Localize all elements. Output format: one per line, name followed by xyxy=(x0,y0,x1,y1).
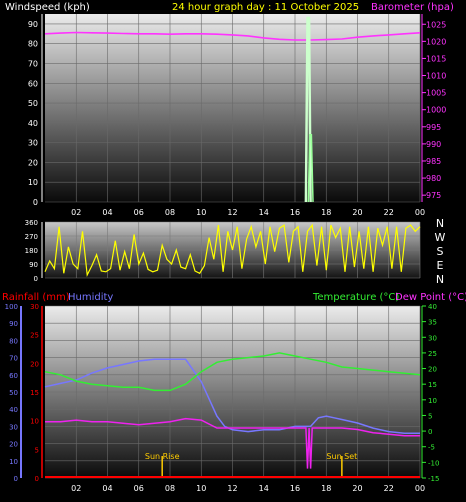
humidity-tick-label: 100 xyxy=(5,303,18,311)
weather-graph-svg: Windspeed (kph) 24 hour graph day : 11 O… xyxy=(2,2,466,493)
direction-tick-label: 90 xyxy=(29,261,38,269)
baro-tick-label: 1005 xyxy=(426,89,446,98)
direction-tick-label: 270 xyxy=(25,233,38,241)
humidity-tick-label: 80 xyxy=(9,337,18,345)
rainfall-tick-label: 0 xyxy=(35,475,39,483)
baro-tick-label: 1010 xyxy=(426,72,446,81)
x-tick-label: 06 xyxy=(134,484,144,493)
wind-tick-label: 30 xyxy=(28,139,38,148)
x-tick-label: 06 xyxy=(134,208,144,217)
x-tick-label: 08 xyxy=(165,484,175,493)
wind-tick-label: 0 xyxy=(33,198,38,207)
temperature-tick-label: 5 xyxy=(428,412,432,420)
x-tick-label: 12 xyxy=(227,484,237,493)
compass-label: W xyxy=(435,231,446,244)
rainfall-tick-label: 15 xyxy=(30,389,39,397)
x-tick-label: 04 xyxy=(102,484,112,493)
baro-tick-label: 985 xyxy=(426,157,441,166)
humidity-tick-label: 30 xyxy=(9,423,18,431)
x-tick-label: 22 xyxy=(384,208,394,217)
sun-annotation-label: Sun Set xyxy=(326,452,357,461)
barometer-axis-title: Barometer (hpa) xyxy=(371,2,454,13)
rainfall-axis-title: Rainfall (mm) xyxy=(2,292,70,303)
temperature-tick-label: 0 xyxy=(428,428,432,436)
temperature-tick-label: 35 xyxy=(428,319,437,327)
x-tick-label: 22 xyxy=(384,484,394,493)
baro-tick-label: 995 xyxy=(426,123,441,132)
x-tick-label: 10 xyxy=(196,484,206,493)
humidity-tick-label: 40 xyxy=(9,406,18,414)
baro-tick-label: 1020 xyxy=(426,37,446,46)
x-tick-label: 16 xyxy=(290,484,300,493)
humidity-tick-label: 10 xyxy=(9,458,18,466)
humidity-tick-label: 70 xyxy=(9,355,18,363)
wind-tick-label: 80 xyxy=(28,40,38,49)
x-tick-label: 20 xyxy=(352,208,362,217)
chart-title: 24 hour graph day : 11 October 2025 xyxy=(172,2,359,13)
humidity-tick-label: 0 xyxy=(14,475,18,483)
baro-tick-label: 990 xyxy=(426,140,441,149)
compass-label: N xyxy=(436,217,444,230)
x-tick-label: 10 xyxy=(196,208,206,217)
baro-tick-label: 1000 xyxy=(426,106,446,115)
temperature-axis-title: Temperature (°C) xyxy=(312,292,399,303)
wind-tick-label: 90 xyxy=(28,20,38,29)
x-tick-label: 20 xyxy=(352,484,362,493)
temperature-tick-label: 25 xyxy=(428,350,437,358)
humidity-axis-title: Humidity xyxy=(68,292,113,303)
x-tick-label: 02 xyxy=(71,484,81,493)
x-tick-label: 14 xyxy=(259,208,269,217)
compass-label: E xyxy=(437,259,444,272)
temperature-tick-label: -15 xyxy=(428,475,439,483)
x-tick-label: 00 xyxy=(415,208,425,217)
temperature-tick-label: 20 xyxy=(428,366,437,374)
humidity-tick-label: 60 xyxy=(9,372,18,380)
temperature-tick-label: 40 xyxy=(428,303,437,311)
temperature-tick-label: -5 xyxy=(428,444,435,452)
wind-tick-label: 70 xyxy=(28,59,38,68)
weather-graph-window: Windspeed (kph) 24 hour graph day : 11 O… xyxy=(0,0,466,498)
rainfall-tick-label: 10 xyxy=(30,418,39,426)
x-tick-label: 02 xyxy=(71,208,81,217)
dewpoint-axis-title: Dew Point (°C) xyxy=(395,292,466,303)
temperature-tick-label: 30 xyxy=(428,334,437,342)
x-tick-label: 18 xyxy=(321,208,331,217)
direction-tick-label: 360 xyxy=(25,219,38,227)
wind-tick-label: 20 xyxy=(28,158,38,167)
rainfall-tick-label: 20 xyxy=(30,360,39,368)
temperature-tick-label: 15 xyxy=(428,381,437,389)
humidity-tick-label: 50 xyxy=(9,389,18,397)
baro-tick-label: 1015 xyxy=(426,54,446,63)
wind-tick-label: 60 xyxy=(28,79,38,88)
compass-label: N xyxy=(436,273,444,286)
temperature-tick-label: -10 xyxy=(428,459,439,467)
direction-tick-label: 180 xyxy=(25,247,38,255)
direction-tick-label: 0 xyxy=(34,275,38,283)
baro-tick-label: 975 xyxy=(426,191,441,200)
x-tick-label: 04 xyxy=(102,208,112,217)
x-tick-label: 12 xyxy=(227,208,237,217)
rainfall-tick-label: 5 xyxy=(35,446,39,454)
wind-axis-title: Windspeed (kph) xyxy=(5,2,90,13)
wind-tick-label: 10 xyxy=(28,178,38,187)
rainfall-tick-label: 25 xyxy=(30,332,39,340)
rainfall-tick-label: 30 xyxy=(30,303,39,311)
x-tick-label: 18 xyxy=(321,484,331,493)
x-tick-label: 14 xyxy=(259,484,269,493)
x-tick-label: 00 xyxy=(415,484,425,493)
wind-tick-label: 50 xyxy=(28,99,38,108)
temperature-tick-label: 10 xyxy=(428,397,437,405)
x-tick-label: 08 xyxy=(165,208,175,217)
baro-tick-label: 980 xyxy=(426,174,441,183)
humidity-tick-label: 90 xyxy=(9,320,18,328)
humidity-tick-label: 20 xyxy=(9,441,18,449)
compass-label: S xyxy=(437,245,444,258)
wind-tick-label: 40 xyxy=(28,119,38,128)
baro-tick-label: 1025 xyxy=(426,20,446,29)
sun-annotation-label: Sun Rise xyxy=(145,452,180,461)
x-tick-label: 16 xyxy=(290,208,300,217)
